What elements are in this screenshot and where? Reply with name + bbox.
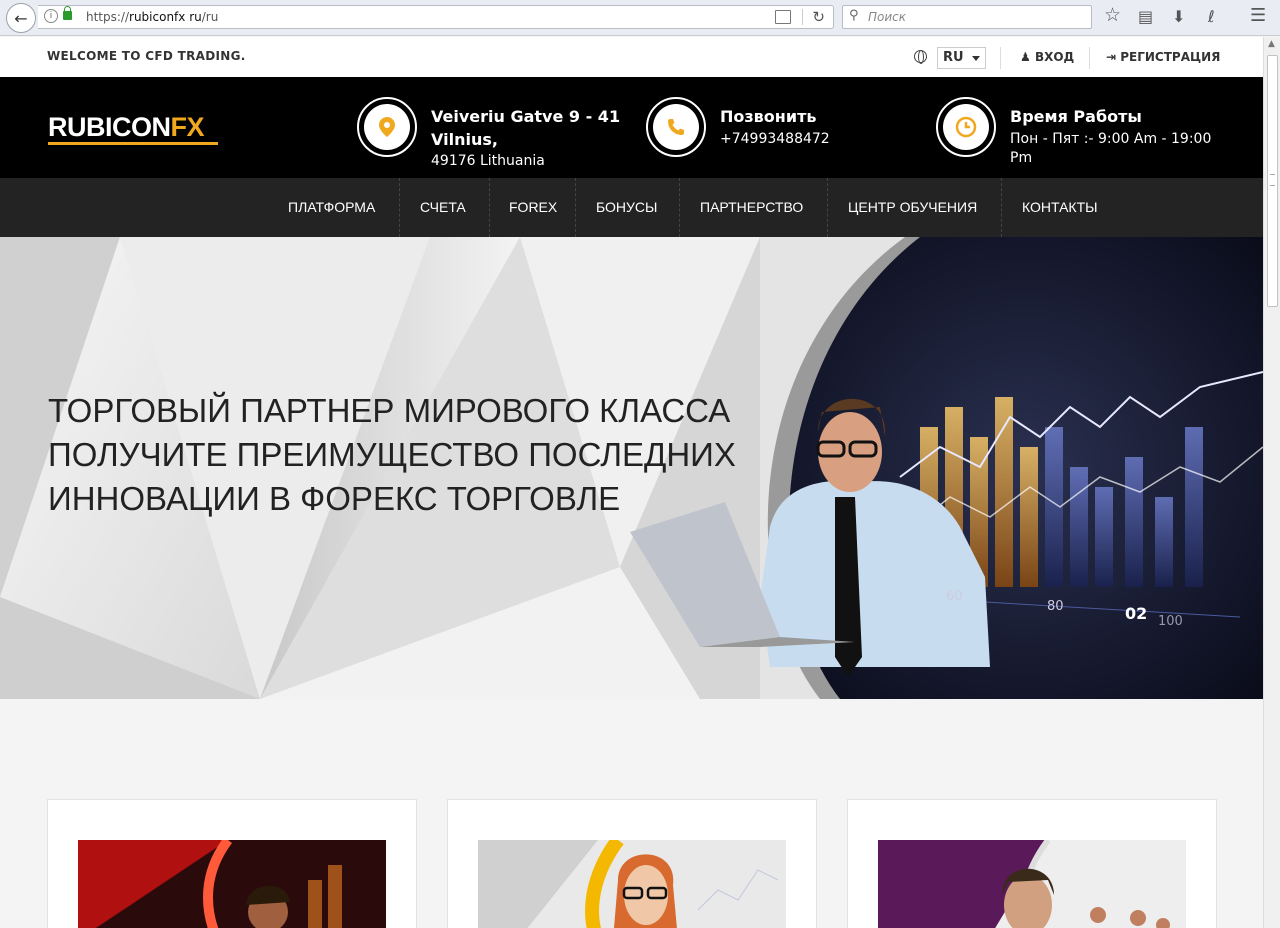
hero-line-3: ИННОВАЦИИ В ФОРЕКС ТОРГОВЛЕ [48,480,621,517]
download-icon[interactable]: ⬇ [1172,7,1185,26]
register-link[interactable]: ⇥ РЕГИСТРАЦИЯ [1106,50,1220,64]
hero-headline: ТОРГОВЫЙ ПАРТНЕР МИРОВОГО КЛАССА ПОЛУЧИТ… [48,389,736,521]
nav-item-contacts[interactable]: КОНТАКТЫ [1022,178,1098,237]
feature-card[interactable] [447,799,817,928]
extension-icon[interactable]: ℓ [1208,7,1215,26]
hero-line-2: ПОЛУЧИТЕ ПРЕИМУЩЕСТВО ПОСЛЕДНИХ [48,436,736,473]
back-icon[interactable]: ← [6,3,36,33]
hours-text-end: Pm [1010,150,1033,166]
browser-toolbar: ← i https://rubiconfx ru/ru ↻ ⚲ Поиск ☆ … [0,0,1280,36]
map-pin-icon [379,117,395,137]
hero-line-1: ТОРГОВЫЙ ПАРТНЕР МИРОВОГО КЛАССА [48,392,731,429]
user-icon: ♟ [1020,50,1035,64]
slide-number[interactable]: 02 [1125,604,1147,623]
search-input[interactable]: ⚲ Поиск [842,5,1092,29]
chart-label-100: 100 [1158,614,1183,629]
nav-item-bonuses[interactable]: БОНУСЫ [596,178,657,237]
phone-icon [668,119,684,135]
search-icon: ⚲ [849,8,859,23]
welcome-text: WELCOME TO CFD TRADING. [47,49,246,63]
nav-item-platform[interactable]: ПЛАТФОРМА [288,178,375,237]
web-page: WELCOME TO CFD TRADING. RU ♟ ВХОД ⇥ РЕГИ… [0,37,1263,928]
url-text: https://rubiconfx ru/ru [86,10,219,24]
chart-label-80: 80 [1047,599,1064,614]
globe-icon [914,50,927,64]
logo[interactable]: RUBICONFX [48,112,219,145]
reading-list-icon[interactable]: ▤ [1138,7,1153,26]
reload-icon[interactable]: ↻ [812,8,825,26]
card-image [78,840,386,928]
phone-number[interactable]: +74993488472 [720,131,830,147]
feature-card[interactable] [47,799,417,928]
reader-view-icon[interactable] [775,10,791,24]
main-nav: ПЛАТФОРМА СЧЕТА FOREX БОНУСЫ ПАРТНЕРСТВО… [0,178,1263,237]
scroll-up-icon[interactable]: ▲ [1268,39,1275,49]
chevron-down-icon [972,56,980,65]
hours-title: Время Работы [1010,107,1142,126]
hero-slider[interactable]: ТОРГОВЫЙ ПАРТНЕР МИРОВОГО КЛАССА ПОЛУЧИТ… [0,237,1263,699]
address-title: Veiveriu Gatve 9 - 41 [431,107,621,126]
hours-text: Пон - Пят :- 9:00 Am - 19:00 [1010,131,1212,147]
nav-item-forex[interactable]: FOREX [509,178,557,237]
top-bar: WELCOME TO CFD TRADING. RU ♟ ВХОД ⇥ РЕГИ… [0,37,1263,77]
feature-cards [0,699,1263,928]
login-link[interactable]: ♟ ВХОД [1020,50,1074,64]
language-select[interactable]: RU [937,47,986,69]
nav-item-partnership[interactable]: ПАРТНЕРСТВО [700,178,803,237]
address-city: Vilnius, [431,130,498,149]
page-scrollbar[interactable]: ▲ [1263,37,1280,928]
phone-title: Позвонить [720,107,817,126]
address-zip: 49176 Lithuania [431,153,545,169]
site-header: RUBICONFX Veiveriu Gatve 9 - 41 Vilnius,… [0,77,1263,178]
address-bar[interactable]: i https://rubiconfx ru/ru ↻ [38,5,834,29]
feature-card[interactable] [847,799,1217,928]
chart-label-60: 60 [946,589,963,604]
nav-item-education[interactable]: ЦЕНТР ОБУЧЕНИЯ [848,178,977,237]
nav-item-accounts[interactable]: СЧЕТА [420,178,466,237]
card-image [878,840,1186,928]
clock-icon [955,116,977,138]
scrollbar-thumb[interactable] [1267,55,1278,307]
info-icon[interactable]: i [44,9,58,23]
menu-icon[interactable]: ☰ [1250,5,1266,26]
lock-icon [63,6,72,20]
sign-in-icon: ⇥ [1106,50,1121,64]
bookmark-star-icon[interactable]: ☆ [1104,4,1121,26]
card-image [478,840,786,928]
